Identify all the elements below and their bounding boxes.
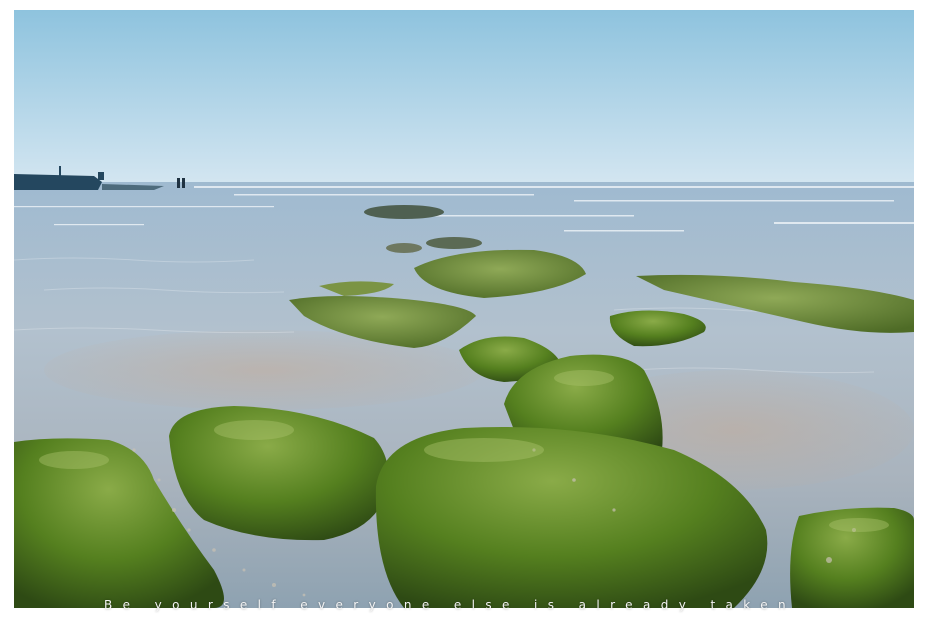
seascape-photo — [14, 10, 914, 608]
sky — [14, 10, 914, 186]
seascape-illustration — [14, 10, 914, 608]
